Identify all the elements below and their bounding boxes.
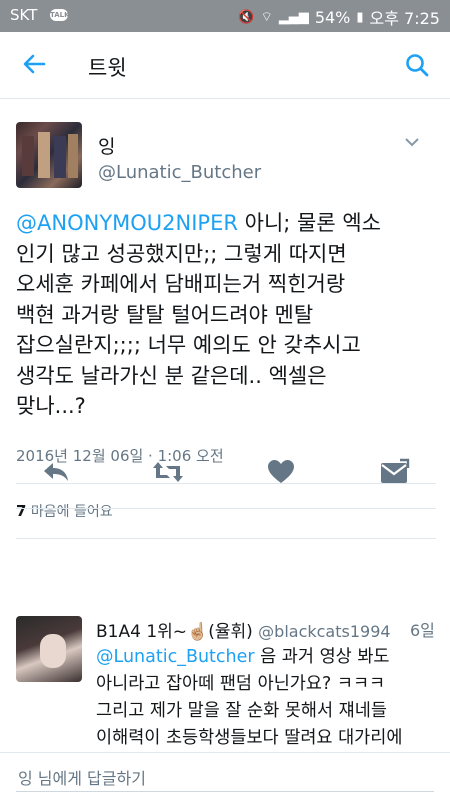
- reply-time: 6일: [410, 621, 435, 640]
- arrow-left-icon[interactable]: [20, 50, 48, 83]
- battery-icon: ▮: [356, 9, 364, 25]
- tweet-line: 인기 많고 성공했지만;; 그렇게 따지면: [16, 241, 347, 266]
- reply-line: 음 과거 영상 봐도: [254, 647, 390, 667]
- retweet-icon[interactable]: [150, 458, 186, 488]
- status-indicators: 🔇 ⌔ ▂▄▆ 54% ▮ 오후 7:25: [238, 5, 440, 29]
- reply-line: 그리고 제가 말을 잘 순화 못해서 쟤네들: [96, 701, 387, 721]
- tweet-line: 백현 과거랑 탈탈 털어드려야 멘탈: [16, 302, 314, 327]
- reply-line: 아니라고 잡아떼 팬덤 아닌가요? ㅋㅋㅋ: [96, 674, 386, 694]
- reply-text: @Lunatic_Butcher 음 과거 영상 봐도 아니라고 잡아떼 팬덤 …: [96, 644, 442, 752]
- wifi-icon: ⌔: [260, 10, 273, 25]
- divider: [16, 508, 436, 509]
- divider: [16, 538, 436, 539]
- page-title: 트윗: [88, 56, 127, 80]
- reply-author[interactable]: B1A4 1위~☝🏼(율휘) @blackcats1994: [96, 617, 391, 642]
- tweet-text: @ANONYMOU2NIPER 아니; 물론 엑소 인기 많고 성공했지만;; …: [16, 208, 436, 422]
- author-name[interactable]: 잉: [98, 132, 115, 159]
- tweet-line: 맞나...?: [16, 394, 86, 418]
- heart-icon[interactable]: [266, 458, 302, 488]
- mention-link[interactable]: @ANONYMOU2NIPER: [16, 211, 238, 235]
- mute-icon: 🔇: [238, 9, 255, 25]
- author-handle[interactable]: @Lunatic_Butcher: [98, 162, 261, 183]
- chevron-down-icon[interactable]: [404, 136, 420, 152]
- input-underline: [16, 791, 434, 792]
- reply-input[interactable]: 잉 님에게 답글하기: [18, 765, 146, 789]
- message-icon[interactable]: [378, 458, 414, 488]
- search-icon[interactable]: [404, 52, 430, 78]
- signal-icon: ▂▄▆: [278, 9, 309, 25]
- reply-line: 이해력이 초등학생들보다 딸려요 대가리에: [96, 728, 403, 748]
- status-bar: SKT TALK 🔇 ⌔ ▂▄▆ 54% ▮ 오후 7:25: [0, 0, 450, 32]
- talk-notification-icon: TALK: [50, 9, 70, 21]
- app-bar: 트윗: [0, 32, 450, 99]
- clock: 오후 7:25: [369, 9, 440, 28]
- likes-label: 마음에 들어요: [30, 504, 113, 520]
- battery-level: 54%: [314, 7, 351, 27]
- reply-avatar[interactable]: [16, 616, 82, 682]
- tweet-line: 생각도 날라가신 분 같은데.. 엑셀은: [16, 363, 327, 388]
- avatar[interactable]: [16, 122, 82, 188]
- tweet-actions: [0, 452, 450, 496]
- likes-number: 7: [16, 502, 27, 520]
- tweet-line: 오세훈 카페에서 담배피는거 찍힌거랑: [16, 272, 346, 296]
- tweet-line: 잡으실란지;;;; 너무 예의도 안 갖추시고: [16, 333, 361, 357]
- mention-link[interactable]: @Lunatic_Butcher: [96, 647, 255, 667]
- reply-author-handle: @blackcats1994: [258, 622, 391, 641]
- reply-composer[interactable]: 잉 님에게 답글하기: [0, 752, 450, 801]
- carrier-label: SKT: [10, 6, 38, 24]
- reply-icon[interactable]: [40, 458, 76, 488]
- reply-author-name: B1A4 1위~☝🏼(율휘): [96, 622, 253, 642]
- likes-count[interactable]: 7 마음에 들어요: [16, 501, 113, 521]
- tweet-line: 아니; 물론 엑소: [237, 211, 381, 235]
